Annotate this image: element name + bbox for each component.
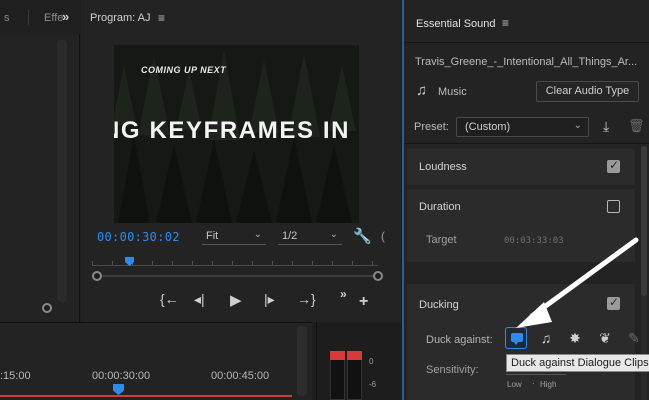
timeline-tick-label: :15:00 [0, 370, 31, 382]
target-label: Target [426, 234, 457, 246]
ducking-title[interactable]: Ducking [419, 299, 459, 311]
loudness-checkbox[interactable] [607, 158, 620, 173]
clip-file-name: Travis_Greene_-_Intentional_All_Things_A… [415, 56, 638, 68]
video-caption-small: COMING UP NEXT [141, 65, 227, 75]
tab-separator [28, 10, 29, 25]
program-menu-icon[interactable]: ≡ [158, 11, 165, 25]
step-to-out-icon[interactable]: →} [297, 291, 316, 307]
zoom-dropdown[interactable]: Fit ⌄ [202, 228, 266, 245]
timeline-tick-label: 00:00:30:00 [92, 370, 151, 382]
sensitivity-low-label: Low [507, 380, 522, 389]
render-bar [0, 395, 292, 397]
chevron-down-icon: ⌄ [329, 229, 338, 240]
preset-label: Preset: [414, 121, 449, 133]
timeline-tick-label: 00:00:45:00 [211, 370, 270, 382]
divider [404, 42, 649, 43]
meter-scale-label: 0 [369, 357, 374, 366]
play-icon[interactable]: ▶ [230, 291, 242, 309]
project-panel [0, 0, 80, 322]
wrench-icon[interactable]: 🔧 [353, 227, 372, 245]
resolution-dropdown[interactable]: 1/2 ⌄ [278, 228, 342, 245]
more-tabs-icon[interactable]: » [62, 9, 69, 24]
chevron-down-icon: ⌄ [253, 229, 262, 240]
duck-dialogue-tooltip: Duck against Dialogue Clips [506, 354, 649, 372]
duck-against-label: Duck against: [426, 334, 493, 346]
timeline-ruler[interactable] [0, 384, 312, 394]
tab-effects[interactable]: Effe [44, 12, 63, 24]
meter-scale-label: -6 [369, 380, 377, 389]
playhead-timecode[interactable]: 00:00:30:02 [97, 230, 180, 244]
resolution-value: 1/2 [282, 230, 298, 242]
settings-partial-icon: ( [381, 229, 385, 243]
zoom-handle[interactable] [42, 303, 52, 313]
tab-s[interactable]: s [4, 12, 10, 24]
step-back-icon[interactable]: ◂| [194, 291, 205, 308]
monitor-time-ruler[interactable] [92, 256, 378, 266]
timeline-scrollbar[interactable] [297, 326, 307, 396]
sensitivity-high-label: High [540, 380, 557, 389]
essential-sound-title[interactable]: Essential Sound [416, 18, 496, 30]
divider [404, 143, 649, 144]
step-to-in-icon[interactable]: {← [160, 291, 179, 307]
clear-audio-type-button[interactable]: Clear Audio Type [536, 81, 639, 102]
video-headline: NG KEYFRAMES IN PREMI [114, 117, 359, 144]
sensitivity-slider[interactable] [506, 374, 566, 375]
step-forward-icon[interactable]: |▸ [264, 291, 275, 308]
left-panel-scrollbar[interactable] [57, 40, 67, 302]
clip-indicator-left[interactable] [330, 351, 345, 360]
clip-indicator-right[interactable] [347, 351, 362, 360]
preset-value: (Custom) [465, 121, 511, 133]
sensitivity-label: Sensitivity: [426, 364, 479, 376]
zoom-handle-left[interactable] [92, 271, 102, 281]
preset-dropdown[interactable]: (Custom) ⌄ [456, 117, 589, 137]
audio-type-label: Music [438, 86, 467, 98]
program-monitor: Program: AJ ≡ COMING UP NEXT NG KEYFRAME… [81, 0, 401, 322]
chevron-down-icon: ⌄ [573, 120, 582, 131]
music-note-icon: ♫ [416, 82, 428, 99]
zoom-handle-right[interactable] [373, 271, 383, 281]
duration-title[interactable]: Duration [419, 201, 461, 213]
duration-checkbox[interactable] [607, 200, 620, 213]
add-icon[interactable]: + [359, 293, 368, 311]
loudness-title[interactable]: Loudness [419, 161, 467, 173]
trash-icon[interactable]: 🗑 [628, 118, 645, 134]
video-preview: COMING UP NEXT NG KEYFRAMES IN PREMI [114, 45, 359, 223]
slider-tick: . [532, 376, 535, 386]
loudness-section: Loudness [407, 149, 635, 185]
save-preset-icon[interactable]: ⤓ [603, 118, 609, 135]
zoom-value: Fit [206, 230, 219, 242]
program-title[interactable]: Program: AJ [90, 12, 151, 24]
essential-sound-menu-icon[interactable]: ≡ [502, 16, 509, 30]
zoom-scroll-bar[interactable] [96, 275, 376, 277]
annotation-arrow-icon [516, 237, 639, 328]
more-icon[interactable]: » [340, 287, 347, 301]
